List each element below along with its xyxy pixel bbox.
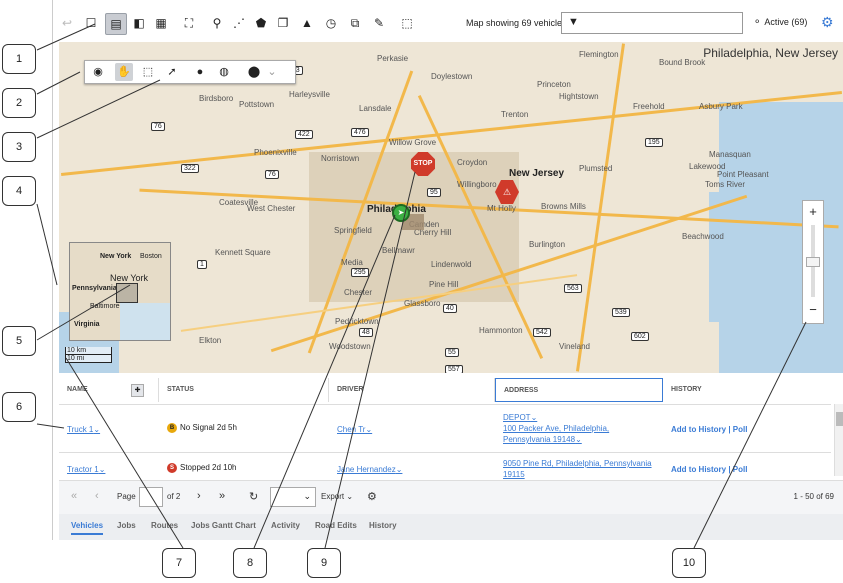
callout-9: 9 [307, 548, 341, 578]
callout-10: 10 [672, 548, 706, 578]
callout-6: 6 [2, 392, 36, 422]
callout-3: 3 [2, 132, 36, 162]
callout-lines [36, 23, 807, 549]
callout-7: 7 [162, 548, 196, 578]
callout-1: 1 [2, 44, 36, 74]
callout-8: 8 [233, 548, 267, 578]
callout-4: 4 [2, 176, 36, 206]
callout-2: 2 [2, 88, 36, 118]
callout-5: 5 [2, 326, 36, 356]
